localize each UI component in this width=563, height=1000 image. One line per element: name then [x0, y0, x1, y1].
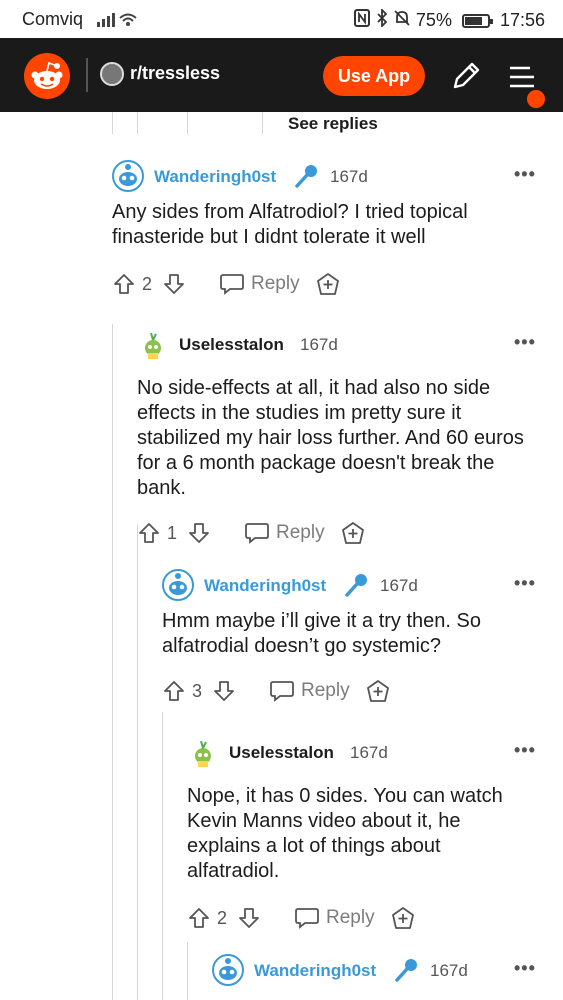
comment-author[interactable]: Wanderingh0st: [254, 961, 376, 981]
pencil-icon[interactable]: [448, 58, 484, 94]
vote-count: 2: [217, 908, 228, 928]
upvote-icon[interactable]: [162, 679, 186, 703]
hamburger-menu-icon[interactable]: [504, 58, 540, 94]
more-options-icon[interactable]: •••: [514, 573, 536, 594]
comment-thread: See replies Wanderingh0st 167d ••• Any s…: [0, 112, 563, 1000]
comment-age: 167d: [330, 167, 368, 186]
comment: Wanderingh0st 167d ••• Hmm maybe i’ll gi…: [162, 569, 552, 711]
comment: Wanderingh0st 167d ••• Any sides from Al…: [112, 160, 552, 304]
comment-body: No side-effects at all, it had also no s…: [137, 377, 524, 499]
avatar-snoo-icon[interactable]: [212, 954, 244, 986]
avatar-snoo-icon[interactable]: [187, 736, 219, 768]
avatar-snoo-icon[interactable]: [137, 328, 169, 360]
reply-label: Reply: [301, 680, 350, 701]
header-divider: [86, 58, 88, 92]
reply-bubble-icon: [270, 681, 294, 702]
subreddit-avatar[interactable]: [100, 62, 124, 86]
thread-line: [137, 112, 138, 134]
microphone-icon: [395, 959, 417, 982]
subreddit-name[interactable]: r/tressless: [130, 63, 220, 84]
more-options-icon[interactable]: •••: [514, 958, 536, 979]
award-icon[interactable]: [340, 521, 366, 547]
comment: Uselesstalon 167d ••• No side-effects at…: [137, 328, 552, 553]
comment-body: Nope, it has 0 sides. You can watch Kevi…: [187, 785, 503, 882]
vote-count: 2: [142, 274, 153, 294]
battery-percent: 75%: [415, 10, 452, 30]
more-options-icon[interactable]: •••: [514, 332, 536, 353]
comment-author[interactable]: Wanderingh0st: [204, 576, 326, 596]
nfc-icon: [353, 9, 370, 32]
microphone-icon: [345, 574, 367, 597]
reply-bubble-icon: [245, 523, 269, 544]
vote-count: 3: [192, 681, 203, 701]
bluetooth-icon: [376, 7, 388, 32]
comment-age: 167d: [430, 961, 468, 980]
reply-button[interactable]: Reply: [269, 679, 350, 703]
thread-line: [137, 524, 138, 1000]
award-icon[interactable]: [365, 679, 391, 705]
comment-author[interactable]: Uselesstalon: [229, 743, 334, 763]
comment-age: 167d: [300, 335, 338, 354]
upvote-icon[interactable]: [137, 521, 161, 545]
vote-count: 1: [167, 523, 178, 543]
more-options-icon[interactable]: •••: [514, 164, 536, 185]
award-icon[interactable]: [390, 906, 416, 932]
upvote-icon[interactable]: [112, 272, 136, 296]
downvote-icon[interactable]: [187, 521, 211, 545]
see-replies-link[interactable]: See replies: [288, 114, 378, 134]
notification-dot: [527, 90, 545, 108]
downvote-icon[interactable]: [237, 906, 261, 930]
comment-age: 167d: [380, 576, 418, 595]
reply-label: Reply: [251, 273, 300, 294]
comment-author[interactable]: Wanderingh0st: [154, 167, 276, 187]
avatar-snoo-icon[interactable]: [112, 160, 144, 192]
thread-line: [187, 112, 188, 134]
comment-body: Hmm maybe i’ll give it a try then. So al…: [162, 610, 481, 657]
thread-line: [112, 112, 113, 134]
downvote-icon[interactable]: [162, 272, 186, 296]
comment: Wanderingh0st 167d •••: [212, 954, 552, 988]
award-icon[interactable]: [315, 272, 341, 298]
clock: 17:56: [499, 10, 545, 30]
upvote-icon[interactable]: [187, 906, 211, 930]
downvote-icon[interactable]: [212, 679, 236, 703]
comment-age: 167d: [350, 743, 388, 762]
more-options-icon[interactable]: •••: [514, 740, 536, 761]
thread-line: [187, 942, 188, 1000]
thread-line: [112, 324, 113, 1000]
carrier-name: Comviq: [22, 9, 84, 29]
app-header: r/tressless Use App: [0, 38, 563, 112]
reply-button[interactable]: Reply: [219, 272, 300, 296]
reply-label: Reply: [276, 522, 325, 543]
thread-line: [262, 112, 263, 134]
use-app-button[interactable]: Use App: [323, 56, 425, 96]
status-bar: Comviq 75% 17:56: [0, 0, 563, 38]
comment-body: Any sides from Alfatrodiol? I tried topi…: [112, 201, 468, 248]
reply-bubble-icon: [295, 908, 319, 929]
avatar-snoo-icon[interactable]: [162, 569, 194, 601]
battery-icon: [461, 13, 493, 28]
signal-icon: [97, 10, 137, 31]
comment-author[interactable]: Uselesstalon: [179, 335, 284, 355]
reply-button[interactable]: Reply: [244, 521, 325, 545]
thread-line: [162, 712, 163, 1000]
reply-bubble-icon: [220, 274, 244, 295]
reddit-logo-icon[interactable]: [24, 53, 70, 99]
reply-button[interactable]: Reply: [294, 906, 375, 930]
microphone-icon: [295, 165, 317, 188]
reply-label: Reply: [326, 907, 375, 928]
mute-bell-icon: [394, 9, 410, 32]
comment: Uselesstalon 167d ••• Nope, it has 0 sid…: [187, 736, 552, 938]
